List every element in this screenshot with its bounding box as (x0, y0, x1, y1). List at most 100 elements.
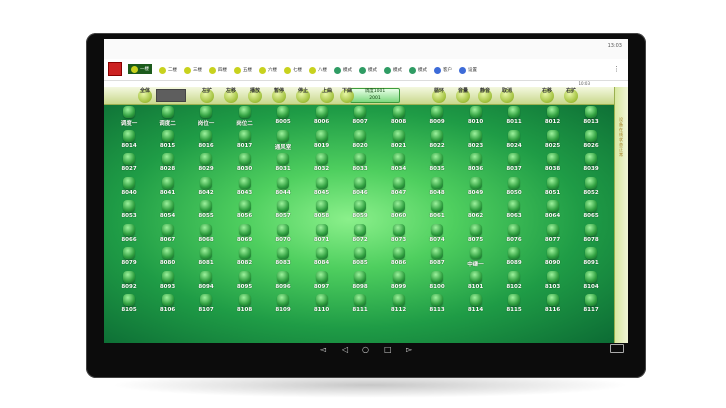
extension-cell[interactable]: 8073 (380, 223, 418, 249)
extension-cell[interactable]: 8041 (149, 176, 187, 202)
extension-cell[interactable]: 8081 (187, 247, 225, 272)
extension-cell[interactable]: 8101 (457, 270, 495, 296)
extension-cell[interactable]: 8028 (149, 153, 187, 178)
extension-cell[interactable]: 8113 (418, 294, 456, 319)
extension-cell[interactable]: 8099 (380, 270, 418, 296)
home-icon[interactable]: ○ (362, 345, 369, 354)
extension-cell[interactable]: 8092 (110, 270, 148, 296)
extension-cell[interactable]: 8057 (264, 200, 302, 225)
extension-cell[interactable]: 8046 (341, 176, 379, 202)
extension-cell[interactable]: 8020 (341, 129, 379, 155)
extension-cell[interactable]: 8011 (495, 106, 533, 131)
extension-cell[interactable]: 8043 (226, 176, 264, 202)
extension-cell[interactable]: 8010 (457, 106, 495, 131)
extension-cell[interactable]: 8050 (495, 176, 533, 202)
extension-cell[interactable]: 8053 (110, 200, 148, 225)
extension-cell[interactable]: 8103 (534, 270, 572, 296)
extension-cell[interactable]: 8114 (457, 294, 495, 319)
tab-2[interactable]: 三楼 (184, 64, 202, 76)
extension-cell[interactable]: 8016 (187, 129, 225, 155)
extension-cell[interactable]: 调度二 (149, 106, 187, 131)
extension-cell[interactable]: 岗位二 (226, 106, 264, 131)
extension-cell[interactable]: 8078 (572, 223, 610, 249)
extension-cell[interactable]: 8038 (534, 153, 572, 178)
extension-cell[interactable]: 8052 (572, 176, 610, 202)
extension-cell[interactable]: 8055 (187, 200, 225, 225)
extension-cell[interactable]: 8027 (110, 153, 148, 178)
volume-down-icon[interactable]: ◅ (320, 345, 326, 354)
toolbar-button-0[interactable]: 全体 (134, 88, 156, 104)
extension-cell[interactable]: 8112 (380, 294, 418, 319)
extension-cell[interactable]: 8097 (303, 270, 341, 296)
extension-cell[interactable]: 8049 (457, 176, 495, 202)
tab-8[interactable]: 模式 (334, 64, 352, 76)
extension-cell[interactable]: 8060 (380, 200, 418, 225)
extension-cell[interactable]: 8104 (572, 270, 610, 296)
app-logo-icon[interactable] (108, 62, 122, 76)
extension-cell[interactable]: 8076 (495, 223, 533, 249)
toolbar-button-9[interactable]: 音量 (452, 88, 474, 104)
extension-cell[interactable]: 8022 (418, 129, 456, 155)
extension-cell[interactable]: 8071 (303, 223, 341, 249)
extension-cell[interactable]: 8034 (380, 153, 418, 178)
extension-cell[interactable]: 调度一 (110, 106, 148, 131)
extension-cell[interactable]: 8086 (380, 247, 418, 272)
extension-cell[interactable]: 8035 (418, 153, 456, 178)
extension-cell[interactable]: 8066 (110, 223, 148, 249)
extension-cell[interactable]: 8105 (110, 294, 148, 319)
toolbar-button-12[interactable]: 右移 (536, 88, 558, 104)
extension-cell[interactable]: 岗位一 (187, 106, 225, 131)
extension-cell[interactable]: 8044 (264, 176, 302, 202)
extension-cell[interactable]: 8084 (303, 247, 341, 272)
extension-cell[interactable]: 8107 (187, 294, 225, 319)
extension-cell[interactable]: 8070 (264, 223, 302, 249)
tab-3[interactable]: 四楼 (209, 64, 227, 76)
tab-4[interactable]: 五楼 (234, 64, 252, 76)
back-icon[interactable]: ◁ (342, 345, 348, 354)
extension-cell[interactable]: 8117 (572, 294, 610, 319)
extension-cell[interactable]: 8063 (495, 200, 533, 225)
extension-cell[interactable]: 8067 (149, 223, 187, 249)
extension-cell[interactable]: 8021 (380, 129, 418, 155)
extension-cell[interactable]: 8108 (226, 294, 264, 319)
extension-cell[interactable]: 8074 (418, 223, 456, 249)
extension-cell[interactable]: 8072 (341, 223, 379, 249)
extension-cell[interactable]: 8096 (264, 270, 302, 296)
toolbar-button-8[interactable]: 循环 (428, 88, 450, 104)
extension-cell[interactable]: 8109 (264, 294, 302, 319)
extension-cell[interactable]: 8036 (457, 153, 495, 178)
extension-cell[interactable]: 8024 (495, 129, 533, 155)
overflow-menu-icon[interactable]: ⋮ (613, 65, 620, 73)
tab-12[interactable]: 客户 (434, 64, 452, 76)
extension-cell[interactable]: 8051 (534, 176, 572, 202)
extension-cell[interactable]: 8008 (380, 106, 418, 131)
extension-cell[interactable]: 8077 (534, 223, 572, 249)
extension-cell[interactable]: 8116 (534, 294, 572, 319)
extension-cell[interactable]: 8059 (341, 200, 379, 225)
extension-cell[interactable]: 8064 (534, 200, 572, 225)
tab-7[interactable]: 八楼 (309, 64, 327, 76)
extension-cell[interactable]: 8037 (495, 153, 533, 178)
extension-cell[interactable]: 8083 (264, 247, 302, 272)
extension-cell[interactable]: 中继一 (457, 247, 495, 272)
extension-cell[interactable]: 8106 (149, 294, 187, 319)
extension-cell[interactable]: 8093 (149, 270, 187, 296)
extension-cell[interactable]: 8039 (572, 153, 610, 178)
extension-cell[interactable]: 8025 (534, 129, 572, 155)
tab-1[interactable]: 二楼 (159, 64, 177, 76)
extension-cell[interactable]: 8087 (418, 247, 456, 272)
extension-cell[interactable]: 8014 (110, 129, 148, 155)
toolbar-button-11[interactable]: 取消 (496, 88, 518, 104)
extension-cell[interactable]: 8009 (418, 106, 456, 131)
extension-cell[interactable]: 8091 (572, 247, 610, 272)
extension-cell[interactable]: 8030 (226, 153, 264, 178)
extension-cell[interactable]: 8085 (341, 247, 379, 272)
extension-cell[interactable]: 8047 (380, 176, 418, 202)
tab-11[interactable]: 模式 (409, 64, 427, 76)
extension-cell[interactable]: 8023 (457, 129, 495, 155)
toolbar-button-2[interactable]: 左移 (220, 88, 242, 104)
extension-cell[interactable]: 8095 (226, 270, 264, 296)
keyboard-icon[interactable] (610, 344, 624, 353)
toolbar-button-7[interactable]: 下曲 (336, 88, 358, 104)
extension-cell[interactable]: 8031 (264, 153, 302, 178)
